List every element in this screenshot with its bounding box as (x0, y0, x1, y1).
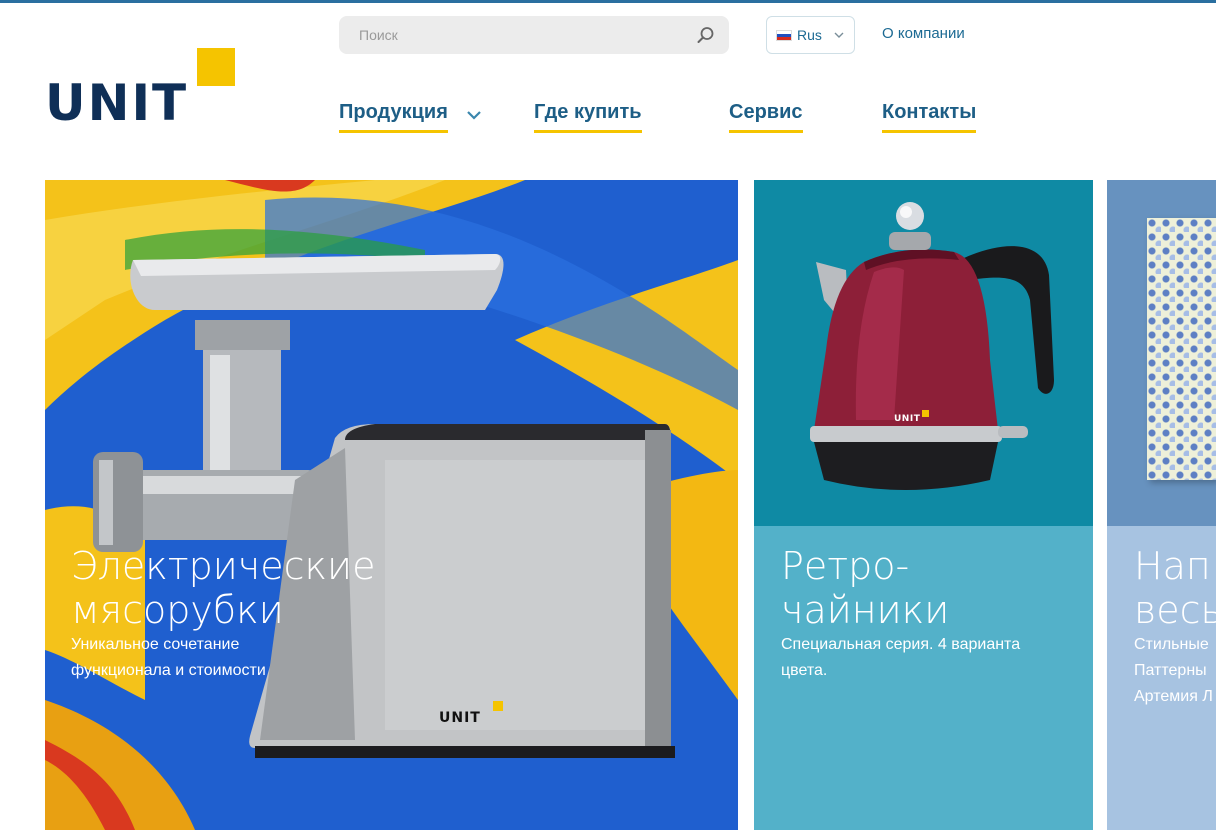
about-company-link[interactable]: О компании (882, 25, 965, 42)
promo-card-scales[interactable]: Нап весь Стильные Паттерны Артемия Л (1107, 180, 1216, 830)
kettle-image-area: UNIT (754, 180, 1093, 526)
card-desc-line3: Артемия Л (1134, 688, 1213, 705)
search-icon[interactable] (697, 26, 715, 44)
floral-pattern-image (1147, 218, 1216, 480)
meat-grinder-image (45, 180, 738, 830)
unit-logo[interactable]: UNIT (45, 48, 245, 128)
top-accent-line (0, 0, 1216, 3)
card-desc-line2: цвета. (781, 662, 828, 679)
chevron-down-icon[interactable] (467, 108, 481, 122)
search-box (339, 16, 729, 54)
search-input[interactable] (339, 16, 679, 54)
card-title-line1: Электрические (71, 544, 376, 588)
logo-text: UNIT (45, 74, 189, 132)
card-title-line2: чайники (781, 588, 950, 632)
card-desc-line1: Уникальное сочетание (71, 636, 240, 653)
scales-image-area (1107, 180, 1216, 526)
card-title-line1: Ретро- (781, 544, 910, 588)
language-selector[interactable]: Rus (766, 16, 855, 54)
russia-flag-icon (776, 29, 792, 41)
card-title-line2: мясорубки (71, 588, 284, 632)
card-title-line2: весь (1134, 588, 1216, 632)
logo-square (197, 48, 235, 86)
promo-card-meat-grinders[interactable]: UNIT Электрические мясорубки Уникальное … (45, 180, 738, 830)
kettle-image (810, 202, 1054, 490)
nav-item-service[interactable]: Сервис (729, 101, 803, 133)
chevron-down-icon (834, 32, 844, 38)
nav-item-where-to-buy[interactable]: Где купить (534, 101, 642, 133)
card-desc-line2: Паттерны (1134, 662, 1207, 679)
promo-card-retro-kettles[interactable]: UNIT Ретро- чайники Специальная серия. 4… (754, 180, 1093, 830)
card-title-line1: Нап (1134, 544, 1211, 588)
grinder-logo: UNIT (439, 710, 481, 726)
nav-item-contacts[interactable]: Контакты (882, 101, 977, 133)
nav-item-products[interactable]: Продукция (339, 101, 448, 133)
language-label: Rus (797, 27, 822, 43)
card-desc-line1: Специальная серия. 4 варианта (781, 636, 1021, 653)
card-desc-line2: функционала и стоимости (71, 662, 266, 679)
card-desc-line1: Стильные (1134, 636, 1209, 653)
kettle-logo: UNIT (894, 414, 921, 424)
